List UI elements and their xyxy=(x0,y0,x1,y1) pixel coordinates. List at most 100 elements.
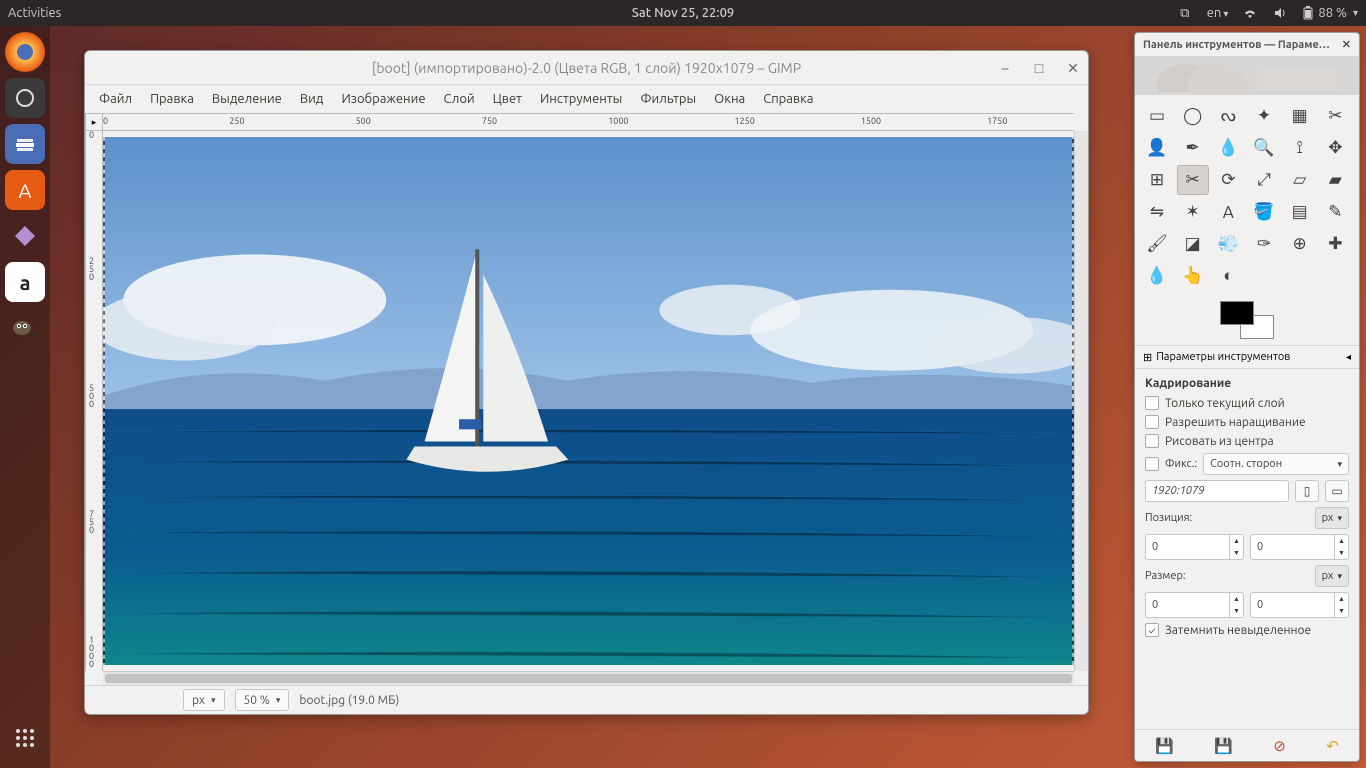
volume-icon[interactable] xyxy=(1272,5,1288,21)
menu-select[interactable]: Выделение xyxy=(212,92,282,106)
color-selector[interactable] xyxy=(1135,295,1359,345)
canvas[interactable] xyxy=(103,131,1074,671)
chk-darken[interactable]: ✓ xyxy=(1145,623,1159,637)
save-preset-icon[interactable]: 💾 xyxy=(1155,737,1174,755)
menu-image[interactable]: Изображение xyxy=(341,92,425,106)
free-select-icon[interactable]: ᔓ xyxy=(1212,101,1244,131)
activities-button[interactable]: Activities xyxy=(8,6,61,20)
apps-icon[interactable] xyxy=(5,718,45,758)
options-heading: Кадрирование xyxy=(1145,377,1349,390)
pos-y-input[interactable]: 0▲▼ xyxy=(1250,534,1349,560)
bucket-icon[interactable]: 🪣 xyxy=(1248,197,1280,227)
files-icon[interactable] xyxy=(5,124,45,164)
menu-windows[interactable]: Окна xyxy=(714,92,745,106)
unit-select[interactable]: px▾ xyxy=(183,689,225,711)
ruler-corner[interactable]: ▸ xyxy=(85,113,103,131)
software-icon[interactable]: A xyxy=(5,170,45,210)
measure-icon[interactable]: ⟟ xyxy=(1284,133,1316,163)
paintbrush-icon[interactable]: 🖌 xyxy=(1141,229,1173,259)
reset-icon[interactable]: ↶ xyxy=(1326,737,1339,755)
menu-help[interactable]: Справка xyxy=(763,92,813,106)
menubar: Файл Правка Выделение Вид Изображение Сл… xyxy=(85,85,1088,113)
dropbox-icon[interactable]: ⧉ xyxy=(1177,5,1193,21)
delete-preset-icon[interactable]: ⊘ xyxy=(1273,737,1286,755)
ink-icon[interactable]: ✑ xyxy=(1248,229,1280,259)
rect-select-icon[interactable]: ▭ xyxy=(1141,101,1173,131)
blur-icon[interactable]: 💧 xyxy=(1141,261,1173,291)
menu-filters[interactable]: Фильтры xyxy=(640,92,696,106)
backup-icon[interactable] xyxy=(5,78,45,118)
crop-icon[interactable]: ✂ xyxy=(1177,165,1209,195)
titlebar[interactable]: [boot] (импортировано)-2.0 (Цвета RGB, 1… xyxy=(85,51,1088,85)
size-h-input[interactable]: 0▲▼ xyxy=(1250,592,1349,618)
battery-indicator[interactable]: 88 %▾ xyxy=(1302,6,1358,20)
maximize-button[interactable]: □ xyxy=(1030,60,1048,76)
scissors-icon[interactable]: ✂ xyxy=(1319,101,1351,131)
flip-icon[interactable]: ⇋ xyxy=(1141,197,1173,227)
dodge-icon[interactable]: ◐ xyxy=(1212,261,1244,291)
scale-icon[interactable]: ⤢ xyxy=(1248,165,1280,195)
position-unit[interactable]: px▾ xyxy=(1315,507,1349,529)
portrait-button[interactable]: ▯ xyxy=(1295,480,1319,502)
clock[interactable]: Sat Nov 25, 22:09 xyxy=(632,6,734,20)
gimp-launcher-icon[interactable] xyxy=(5,308,45,348)
size-w-input[interactable]: 0▲▼ xyxy=(1145,592,1244,618)
shear-icon[interactable]: ▱ xyxy=(1284,165,1316,195)
close-button[interactable]: ✕ xyxy=(1064,60,1082,77)
size-unit[interactable]: px▾ xyxy=(1315,565,1349,587)
align-icon[interactable]: ⊞ xyxy=(1141,165,1173,195)
zoom-icon[interactable]: 🔍 xyxy=(1248,133,1280,163)
perspective-icon[interactable]: ▰ xyxy=(1319,165,1351,195)
clone-icon[interactable]: ⊕ xyxy=(1284,229,1316,259)
aspect-input[interactable]: 1920:1079 xyxy=(1145,480,1289,502)
fg-color[interactable] xyxy=(1220,301,1254,325)
zoom-select[interactable]: 50 %▾ xyxy=(235,689,290,711)
eraser-icon[interactable]: ◪ xyxy=(1177,229,1209,259)
menu-view[interactable]: Вид xyxy=(300,92,324,106)
color-picker-icon[interactable]: 💧 xyxy=(1212,133,1244,163)
panel-close-icon[interactable]: ✕ xyxy=(1342,38,1351,51)
chk-from-center[interactable] xyxy=(1145,434,1159,448)
foreground-select-icon[interactable]: 👤 xyxy=(1141,133,1173,163)
menu-edit[interactable]: Правка xyxy=(150,92,194,106)
pencil-icon[interactable]: ✎ xyxy=(1319,197,1351,227)
amazon-icon[interactable]: a xyxy=(5,262,45,302)
ruler-vertical[interactable]: 02 5 05 0 07 5 01 0 0 0 xyxy=(85,131,103,671)
firefox-icon[interactable] xyxy=(5,32,45,72)
scrollbar-horizontal[interactable] xyxy=(103,671,1074,685)
airbrush-icon[interactable]: 💨 xyxy=(1212,229,1244,259)
ellipse-select-icon[interactable]: ◯ xyxy=(1177,101,1209,131)
minimize-button[interactable]: – xyxy=(996,60,1014,76)
fixed-combo[interactable]: Соотн. сторон▾ xyxy=(1203,453,1349,475)
select-by-color-icon[interactable]: ▦ xyxy=(1284,101,1316,131)
chk-allow-growing[interactable] xyxy=(1145,415,1159,429)
menu-tools[interactable]: Инструменты xyxy=(540,92,622,106)
scrollbar-vertical[interactable] xyxy=(1074,131,1088,671)
heal-icon[interactable]: ✚ xyxy=(1319,229,1351,259)
smudge-icon[interactable]: 👆 xyxy=(1177,261,1209,291)
landscape-button[interactable]: ▭ xyxy=(1325,480,1349,502)
panel-header xyxy=(1135,57,1359,95)
tool-options-tab[interactable]: Параметры инструментов xyxy=(1156,351,1290,363)
statusbar: px▾ 50 %▾ boot.jpg (19.0 МБ) xyxy=(85,686,1088,714)
amethyst-icon[interactable] xyxy=(5,216,45,256)
wifi-icon[interactable] xyxy=(1242,5,1258,21)
menu-colors[interactable]: Цвет xyxy=(493,92,522,106)
blend-icon[interactable]: ▤ xyxy=(1284,197,1316,227)
restore-preset-icon[interactable]: 💾 xyxy=(1214,737,1233,755)
menu-file[interactable]: Файл xyxy=(99,92,132,106)
chk-fixed[interactable] xyxy=(1145,457,1159,471)
chk-current-layer[interactable] xyxy=(1145,396,1159,410)
tab-menu-icon[interactable]: ◂ xyxy=(1346,351,1351,363)
pos-x-input[interactable]: 0▲▼ xyxy=(1145,534,1244,560)
rotate-icon[interactable]: ⟳ xyxy=(1212,165,1244,195)
panel-title: Панель инструментов — Параме… xyxy=(1143,39,1330,51)
move-icon[interactable]: ✥ xyxy=(1319,133,1351,163)
menu-layer[interactable]: Слой xyxy=(444,92,475,106)
ruler-horizontal[interactable]: 02505007501000125015001750 xyxy=(103,113,1074,131)
paths-icon[interactable]: ✒ xyxy=(1177,133,1209,163)
cage-icon[interactable]: ✶ xyxy=(1177,197,1209,227)
lang-indicator[interactable]: en▾ xyxy=(1207,6,1229,20)
fuzzy-select-icon[interactable]: ✦ xyxy=(1248,101,1280,131)
text-icon[interactable]: A xyxy=(1212,197,1244,227)
